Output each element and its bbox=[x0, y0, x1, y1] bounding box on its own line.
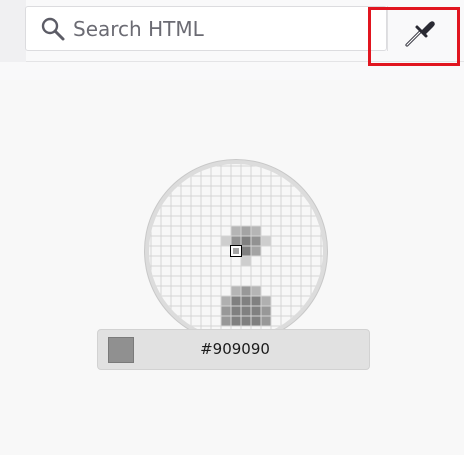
magnifier-pixel-grid bbox=[149, 164, 323, 338]
color-picker-magnifier bbox=[149, 164, 323, 338]
color-value-label: #909090 bbox=[97, 329, 370, 370]
eyedropper-icon bbox=[405, 21, 435, 47]
search-input[interactable] bbox=[73, 7, 373, 50]
eyedropper-button[interactable] bbox=[393, 12, 443, 52]
search-box[interactable] bbox=[25, 6, 387, 51]
inspector-toolbar bbox=[0, 0, 464, 66]
color-swatch bbox=[108, 337, 134, 363]
toolbar-left-strip bbox=[0, 0, 26, 62]
search-icon bbox=[41, 17, 65, 41]
color-hex-value: #909090 bbox=[200, 340, 270, 358]
toolbar-divider bbox=[387, 6, 388, 51]
